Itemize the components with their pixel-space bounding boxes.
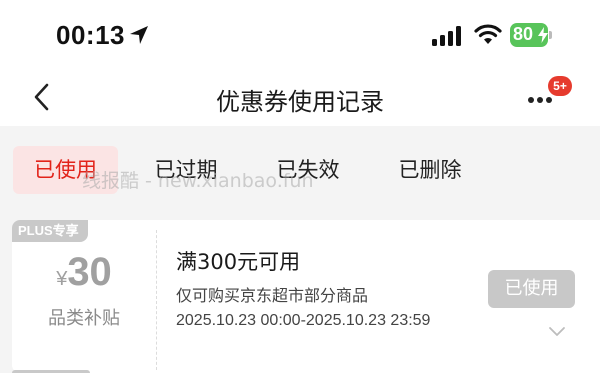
tab-deleted[interactable]: 已删除 <box>384 146 476 194</box>
coupon-validity: 2025.10.23 00:00-2025.10.23 23:59 <box>176 312 431 329</box>
tab-invalid[interactable]: 已失效 <box>262 146 354 194</box>
cellular-signal-icon <box>432 26 461 46</box>
notification-badge: 5+ <box>548 76 572 96</box>
amount-value: 30 <box>67 250 112 294</box>
wifi-icon <box>474 24 502 44</box>
coupon-amount: ¥30 <box>12 250 156 295</box>
nav-bar: 优惠券使用记录 5+ <box>0 68 600 126</box>
status-time: 00:13 <box>56 20 125 50</box>
battery-tip <box>549 31 552 39</box>
coupon-card[interactable]: PLUS专享 ¥30 品类补贴 满300元可用 仅可购买京东超市部分商品 202… <box>12 220 600 373</box>
status-tabs: 已使用 已过期 已失效 已删除 线报酷 - new.xianbao.fun <box>0 126 600 210</box>
coupon-type-label: 品类补贴 <box>48 308 120 329</box>
page-title: 优惠券使用记录 <box>216 88 384 116</box>
battery-indicator: 80 <box>510 23 552 47</box>
tab-expired[interactable]: 已过期 <box>140 146 232 194</box>
content-area: 已使用 已过期 已失效 已删除 线报酷 - new.xianbao.fun PL… <box>0 126 600 373</box>
chevron-down-icon[interactable] <box>548 326 566 338</box>
tab-used[interactable]: 已使用 <box>13 146 118 194</box>
status-bar: 00:13 80 <box>0 0 600 68</box>
used-status-button[interactable]: 已使用 <box>488 270 575 308</box>
coupon-condition: 满300元可用 <box>176 250 301 274</box>
coupon-scope: 仅可购买京东超市部分商品 <box>176 286 369 305</box>
battery-level: 80 <box>513 24 534 44</box>
dashed-divider <box>156 230 157 370</box>
currency-symbol: ¥ <box>56 268 68 290</box>
location-arrow-icon <box>130 26 148 44</box>
charging-bolt-icon <box>538 27 548 43</box>
plus-exclusive-tag: PLUS专享 <box>12 220 88 242</box>
